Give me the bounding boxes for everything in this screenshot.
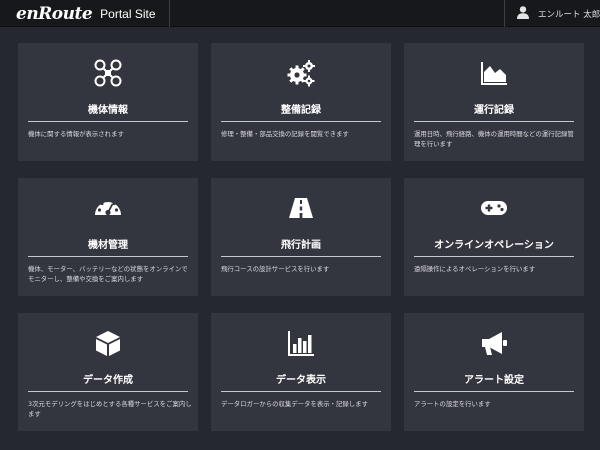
card-equipment-management[interactable]: 機材管理 機体、モーター、バッテリーなどの状態をオンラインでモニターし、整備や交…: [18, 178, 198, 296]
card-description: 飛行コースの設計サービスを行います: [221, 265, 330, 273]
gears-icon: [211, 57, 391, 89]
card-flight-planning[interactable]: 飛行計画 飛行コースの設計サービスを行います: [211, 178, 391, 296]
divider: [28, 121, 188, 122]
card-description: 機体、モーター、バッテリーなどの状態をオンラインでモニターし、整備や交換をご案内…: [28, 265, 188, 283]
logo: enRoute: [16, 3, 93, 24]
card-aircraft-info[interactable]: 機体情報 機体に関する情報が表示されます: [18, 43, 198, 161]
card-title: 機材管理: [88, 240, 128, 251]
road-icon: [211, 192, 391, 224]
area-chart-icon: [404, 57, 584, 89]
cube-icon: [18, 327, 198, 359]
card-title: アラート設定: [464, 375, 524, 386]
card-description: 機体に関する情報が表示されます: [28, 130, 124, 138]
card-description: アラートの設定を行います: [414, 400, 491, 408]
drone-icon: [18, 57, 198, 89]
card-description: 遠隔操作によるオペレーションを行います: [414, 265, 536, 273]
card-data-display[interactable]: データ表示 データロガーからの収集データを表示・記録します: [211, 313, 391, 431]
divider: [414, 121, 574, 122]
divider: [414, 391, 574, 392]
card-title: 機体情報: [88, 105, 128, 116]
card-description: 運用日時、飛行経路、機体の運用時間などの運行記録管理を行います: [414, 130, 574, 148]
card-title: データ作成: [83, 375, 133, 386]
card-online-operation[interactable]: オンラインオペレーション 遠隔操作によるオペレーションを行います: [404, 178, 584, 296]
card-operation-records[interactable]: 運行記録 運用日時、飛行経路、機体の運用時間などの運行記録管理を行います: [404, 43, 584, 161]
brand[interactable]: enRoute Portal Site: [0, 0, 170, 27]
card-title: 飛行計画: [281, 240, 321, 251]
gamepad-icon: [404, 192, 584, 224]
user-name: エンルート 太郎: [538, 9, 600, 20]
card-title: 整備記録: [281, 105, 321, 116]
user-icon: [517, 4, 529, 23]
card-title: オンラインオペレーション: [434, 240, 554, 251]
card-maintenance-records[interactable]: 整備記録 修理・整備・部品交換の記録を閲覧できます: [211, 43, 391, 161]
divider: [221, 391, 381, 392]
bar-chart-icon: [211, 327, 391, 359]
site-title: Portal Site: [100, 6, 156, 21]
card-description: データロガーからの収集データを表示・記録します: [221, 400, 368, 408]
divider: [28, 256, 188, 257]
divider: [414, 256, 574, 257]
card-data-creation[interactable]: データ作成 3次元モデリングをはじめとする各種サービスをご案内します: [18, 313, 198, 431]
card-description: 3次元モデリングをはじめとする各種サービスをご案内します: [28, 400, 192, 418]
top-bar: enRoute Portal Site エンルート 太郎: [0, 0, 600, 27]
card-alert-settings[interactable]: アラート設定 アラートの設定を行います: [404, 313, 584, 431]
divider: [221, 121, 381, 122]
divider: [221, 256, 381, 257]
user-menu[interactable]: エンルート 太郎: [504, 0, 600, 27]
divider: [28, 391, 188, 392]
bullhorn-icon: [404, 327, 584, 359]
card-description: 修理・整備・部品交換の記録を閲覧できます: [221, 130, 349, 138]
card-title: データ表示: [276, 375, 326, 386]
gauge-icon: [18, 192, 198, 224]
card-title: 運行記録: [474, 105, 514, 116]
